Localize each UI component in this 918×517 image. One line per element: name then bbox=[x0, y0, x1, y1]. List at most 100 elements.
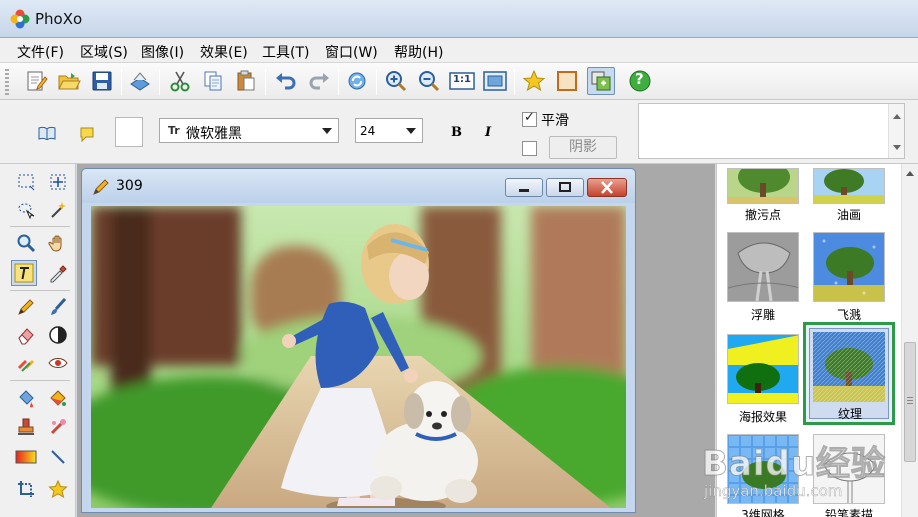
photo-canvas[interactable] bbox=[91, 206, 626, 508]
italic-button[interactable]: I bbox=[485, 125, 491, 140]
color-fill-tool[interactable] bbox=[45, 386, 71, 412]
close-button[interactable] bbox=[587, 178, 627, 197]
zoom-out-button[interactable] bbox=[415, 67, 443, 95]
refresh-button[interactable] bbox=[343, 67, 371, 95]
effect-thumb-despeckle[interactable] bbox=[727, 168, 799, 204]
toolbar-grip[interactable] bbox=[5, 69, 9, 95]
toolbar-separator bbox=[265, 69, 266, 95]
new-button[interactable] bbox=[22, 67, 50, 95]
undo-button[interactable] bbox=[272, 67, 300, 95]
3d-grid-preview bbox=[728, 435, 798, 503]
line-tool[interactable] bbox=[13, 350, 39, 376]
actual-size-button[interactable]: 1:1 bbox=[448, 67, 476, 95]
text-input-scrollbar[interactable] bbox=[888, 104, 904, 158]
shadow-button[interactable]: 阴影 bbox=[549, 136, 617, 159]
eraser-tool[interactable] bbox=[13, 322, 39, 348]
paste-button[interactable] bbox=[232, 67, 260, 95]
redo-button[interactable] bbox=[305, 67, 333, 95]
minimize-button[interactable] bbox=[505, 178, 543, 197]
copy-button[interactable] bbox=[199, 67, 227, 95]
canvas-button[interactable] bbox=[553, 67, 581, 95]
text-input-area[interactable] bbox=[638, 103, 905, 159]
menu-tools[interactable]: 工具(T) bbox=[262, 42, 309, 62]
actual-size-label: 1:1 bbox=[453, 74, 471, 85]
splatter-preview bbox=[814, 233, 884, 301]
font-family-value: 微软雅黑 bbox=[186, 126, 242, 142]
menu-file[interactable]: 文件(F) bbox=[17, 42, 64, 62]
zoom-in-button[interactable] bbox=[382, 67, 410, 95]
save-button[interactable] bbox=[88, 67, 116, 95]
open-folder-icon bbox=[58, 73, 81, 90]
menu-help[interactable]: 帮助(H) bbox=[394, 42, 443, 62]
stamp-icon bbox=[18, 418, 34, 435]
redo-icon bbox=[309, 73, 329, 90]
magic-wand-tool[interactable] bbox=[45, 197, 71, 223]
scroll-up-icon[interactable] bbox=[906, 171, 914, 176]
layers-button[interactable] bbox=[587, 67, 615, 95]
eraser-icon bbox=[18, 328, 34, 345]
toolbar-separator bbox=[121, 69, 122, 95]
scan-button[interactable] bbox=[126, 67, 154, 95]
text-book-button[interactable] bbox=[38, 126, 56, 144]
rect-select-tool[interactable] bbox=[13, 169, 39, 195]
open-button[interactable] bbox=[55, 67, 83, 95]
effect-thumb-poster[interactable] bbox=[727, 334, 799, 404]
toolbox-separator bbox=[10, 226, 70, 227]
clone-tool[interactable] bbox=[45, 414, 71, 440]
menu-selection[interactable]: 区域(S) bbox=[80, 42, 128, 62]
maximize-button[interactable] bbox=[546, 178, 584, 197]
fill-tool[interactable] bbox=[13, 386, 39, 412]
brush-tool[interactable] bbox=[45, 294, 71, 320]
effect-thumb-emboss[interactable] bbox=[727, 232, 799, 302]
save-icon bbox=[92, 71, 112, 91]
effect-label-3d-grid: 3维网格 bbox=[741, 508, 785, 517]
smooth-checkbox[interactable] bbox=[522, 110, 537, 127]
crop-tool[interactable] bbox=[13, 476, 39, 502]
bold-button[interactable]: B bbox=[451, 125, 462, 140]
canvas-icon bbox=[557, 71, 577, 91]
stamp-tool[interactable] bbox=[13, 414, 39, 440]
move-tool[interactable] bbox=[45, 169, 71, 195]
fit-window-button[interactable] bbox=[481, 67, 509, 95]
menu-effects[interactable]: 效果(E) bbox=[200, 42, 248, 62]
toolbar-separator bbox=[159, 69, 160, 95]
effects-scrollbar-thumb[interactable] bbox=[904, 342, 916, 462]
eyedropper-tool[interactable] bbox=[45, 260, 71, 286]
text-color-swatch[interactable] bbox=[115, 117, 143, 147]
effect-thumb-splatter[interactable] bbox=[813, 232, 885, 302]
toolbox-separator bbox=[10, 380, 70, 381]
scroll-up-icon[interactable] bbox=[893, 114, 901, 119]
scroll-down-icon[interactable] bbox=[893, 145, 901, 150]
menu-image[interactable]: 图像(I) bbox=[141, 42, 184, 62]
effect-thumb-oil-painting[interactable] bbox=[813, 168, 885, 204]
text-bubble-button[interactable] bbox=[79, 126, 95, 146]
text-tool[interactable] bbox=[11, 260, 37, 286]
effect-thumb-texture[interactable]: 纹理 bbox=[809, 328, 889, 421]
favorite-button[interactable] bbox=[520, 67, 548, 95]
shape-tool[interactable] bbox=[45, 476, 71, 502]
font-family-select[interactable]: Tr 微软雅黑 bbox=[159, 118, 339, 143]
effects-panel: 撤污点 油画 浮雕 飞溅 海报效果 纹理 3维网格 铅笔素描 bbox=[716, 164, 918, 517]
effects-scrollbar[interactable] bbox=[901, 164, 918, 517]
contrast-tool[interactable] bbox=[45, 322, 71, 348]
pencil-tool[interactable] bbox=[13, 294, 39, 320]
contrast-icon bbox=[49, 326, 67, 344]
gradient-tool[interactable] bbox=[13, 444, 39, 470]
effect-thumb-3d-grid[interactable] bbox=[727, 434, 799, 504]
effect-thumb-pencil-sketch[interactable] bbox=[813, 434, 885, 504]
help-label: ? bbox=[635, 70, 644, 88]
font-size-select[interactable]: 24 bbox=[355, 118, 423, 143]
red-eye-tool[interactable] bbox=[45, 350, 71, 376]
cut-button[interactable] bbox=[166, 67, 194, 95]
image-window[interactable]: 309 bbox=[81, 168, 636, 513]
lasso-tool[interactable] bbox=[13, 197, 39, 223]
straight-line-tool[interactable] bbox=[45, 444, 71, 470]
hand-tool[interactable] bbox=[45, 230, 71, 256]
shadow-checkbox[interactable] bbox=[522, 141, 537, 156]
text-tool-icon bbox=[14, 263, 34, 283]
zoom-tool[interactable] bbox=[13, 230, 39, 256]
image-window-titlebar[interactable]: 309 bbox=[82, 169, 635, 203]
help-button[interactable]: ? bbox=[626, 67, 654, 95]
effect-label-despeckle: 撤污点 bbox=[744, 208, 781, 222]
menu-window[interactable]: 窗口(W) bbox=[325, 42, 378, 62]
